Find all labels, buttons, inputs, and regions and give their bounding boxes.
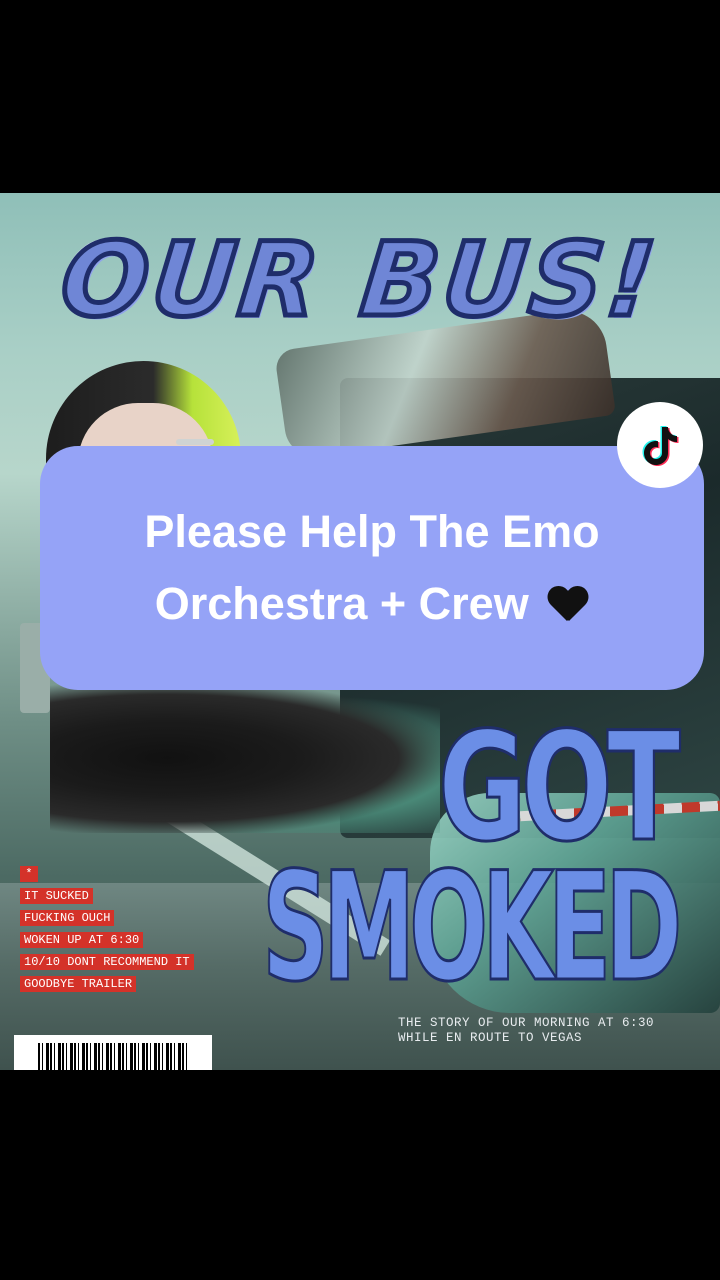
debris-pile <box>50 683 440 833</box>
story-text: THE STORY OF OUR MORNING AT 6:30 WHILE E… <box>398 1016 655 1045</box>
tiktok-logo <box>642 426 679 466</box>
poster-headline: OUR BUS! <box>53 219 667 343</box>
red-tag: FUCKING OUCH <box>20 910 115 926</box>
red-tag-list: * IT SUCKED FUCKING OUCH WOKEN UP AT 6:3… <box>20 866 194 998</box>
barcode-bars <box>38 1043 188 1070</box>
barcode <box>14 1035 212 1070</box>
tiktok-icon[interactable] <box>617 402 703 488</box>
caption-text: Please Help The Emo Orchestra + Crew <box>72 496 672 640</box>
smoked-text: SMOKED <box>261 841 683 1015</box>
caption-line-2: Orchestra + Crew <box>154 578 529 629</box>
black-heart-icon <box>547 585 589 625</box>
red-tag: IT SUCKED <box>20 888 93 904</box>
caption-line-1: Please Help The Emo <box>144 506 600 557</box>
glasses <box>176 439 214 445</box>
red-tag: GOODBYE TRAILER <box>20 976 137 992</box>
caption-box: Please Help The Emo Orchestra + Crew <box>40 446 704 690</box>
red-tag: * <box>20 866 38 882</box>
red-tag: WOKEN UP AT 6:30 <box>20 932 144 948</box>
red-tag: 10/10 DONT RECOMMEND IT <box>20 954 194 970</box>
